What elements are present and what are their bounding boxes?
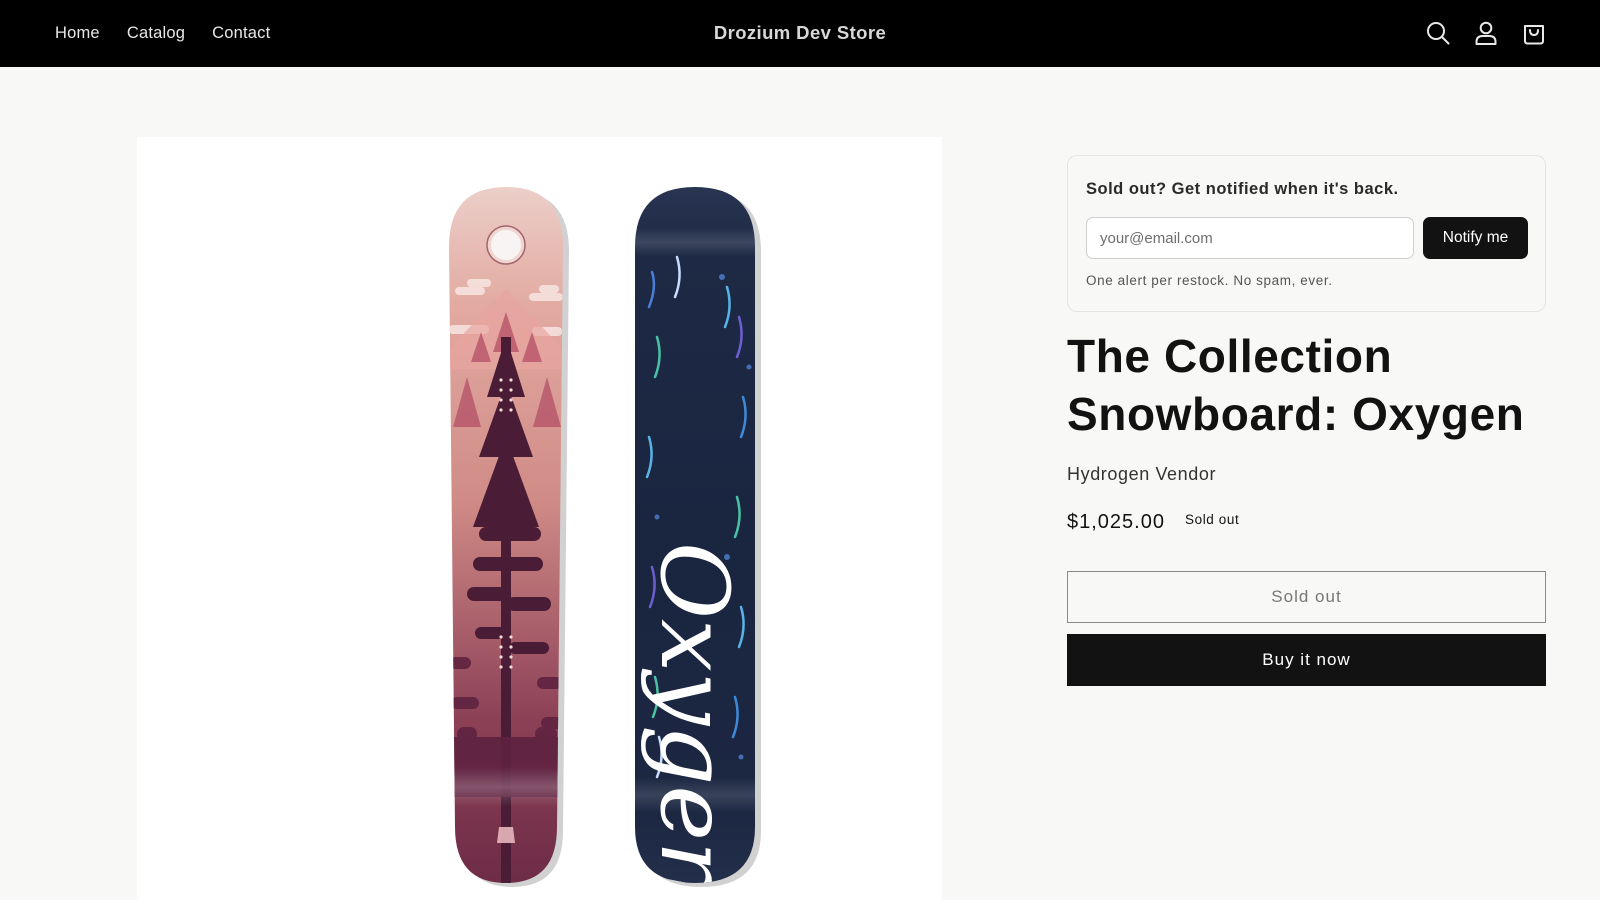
nav-contact-link[interactable]: Contact [212, 24, 270, 43]
nav-catalog-link[interactable]: Catalog [127, 24, 185, 43]
snowboard-product-image[interactable]: Oxygen [137, 137, 942, 900]
sold-out-button[interactable]: Sold out [1067, 571, 1546, 623]
product-title-line1: The Collection [1067, 330, 1393, 382]
search-icon[interactable] [1424, 19, 1452, 47]
sold-out-badge: Sold out [1185, 512, 1240, 527]
product-title: The Collection Snowboard: Oxygen [1067, 327, 1587, 443]
product-vendor: Hydrogen Vendor [1067, 464, 1217, 484]
oxygen-wordmark: Oxygen [639, 542, 748, 900]
notify-title: Sold out? Get notified when it's back. [1086, 180, 1399, 198]
notify-note: One alert per restock. No spam, ever. [1086, 273, 1333, 288]
site-header: Home Catalog Contact Drozium Dev Store [0, 0, 1600, 67]
notify-email-input[interactable] [1086, 217, 1414, 259]
product-media: Oxygen [137, 137, 942, 900]
main-nav: Home Catalog Contact [55, 0, 270, 67]
nav-home-link[interactable]: Home [55, 24, 100, 43]
product-title-line2: Snowboard: Oxygen [1067, 388, 1525, 440]
product-price: $1,025.00 [1067, 511, 1165, 533]
notify-card: Sold out? Get notified when it's back. N… [1067, 155, 1546, 312]
cart-icon[interactable] [1520, 19, 1548, 47]
notify-me-button[interactable]: Notify me [1423, 217, 1528, 259]
account-icon[interactable] [1472, 19, 1500, 47]
buy-it-now-button[interactable]: Buy it now [1067, 634, 1546, 686]
